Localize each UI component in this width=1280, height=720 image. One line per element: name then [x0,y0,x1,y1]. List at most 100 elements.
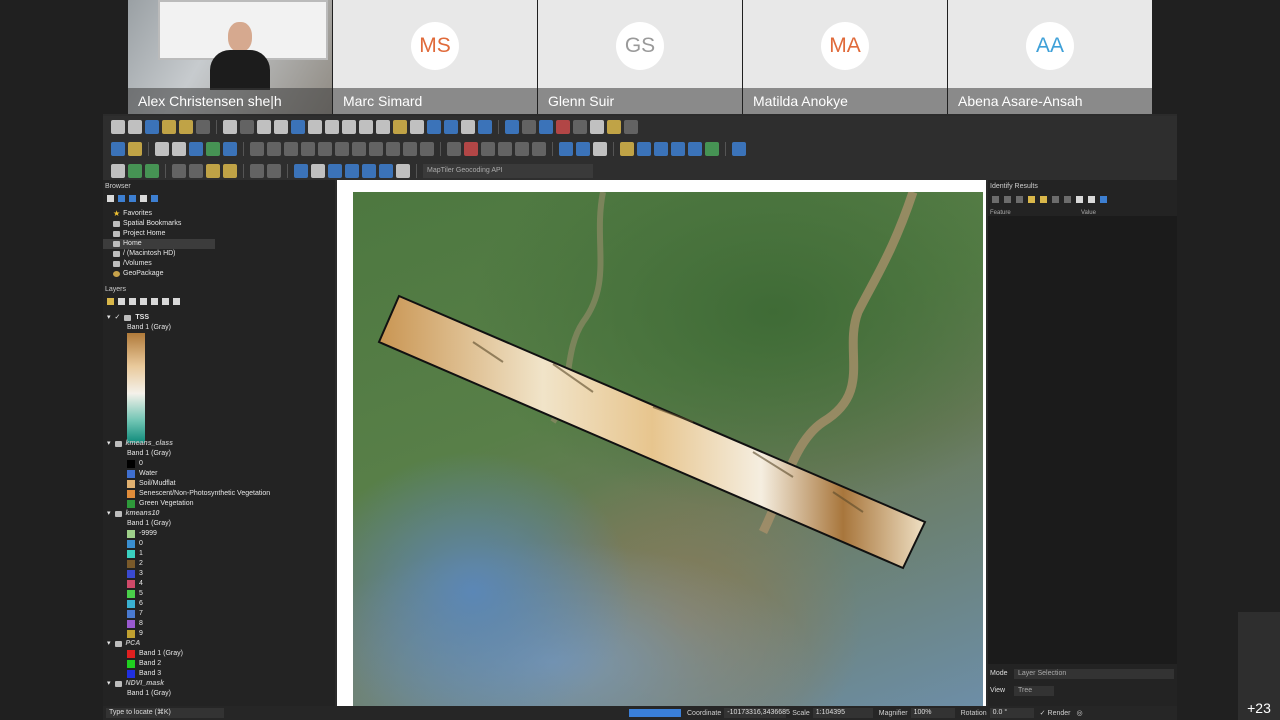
participant-tile[interactable]: GS Glenn Suir [538,0,742,114]
digitize-icon[interactable] [284,142,298,156]
rotation-field[interactable]: 0.0 ° [989,708,1034,718]
help-icon[interactable] [732,142,746,156]
layer-ndvi-mask[interactable]: ▾ NDVI_mask Band 1 (Gray) [103,679,327,699]
expand-all-icon[interactable] [151,298,158,305]
zoom-native-icon[interactable] [342,120,356,134]
kml-icon[interactable] [637,142,651,156]
python-icon[interactable] [620,142,634,156]
browser-item-spatial-bookmarks[interactable]: Spatial Bookmarks [103,219,327,229]
plugin-icon[interactable] [688,142,702,156]
globe-icon[interactable] [559,142,573,156]
chevron-down-icon[interactable]: ▾ [107,509,111,519]
chevron-down-icon[interactable]: ▾ [107,439,111,449]
calculator-icon[interactable] [128,164,142,178]
layers-plugin-icon[interactable] [705,142,719,156]
pan-icon[interactable] [223,120,237,134]
style-layer-icon[interactable] [107,298,114,305]
zoom-out-icon[interactable] [274,120,288,134]
chevron-down-icon[interactable]: ▾ [107,679,111,689]
new-map-view-icon[interactable] [393,120,407,134]
collapse-tree-icon[interactable] [1004,196,1011,203]
add-group-icon[interactable] [118,298,125,305]
map-tips-icon[interactable] [607,120,621,134]
properties-icon[interactable] [151,195,158,202]
geocoding-search-input[interactable]: MapTiler Geocoding API [423,164,593,178]
data-source-manager-icon[interactable] [111,142,125,156]
zoom-next-icon[interactable] [376,120,390,134]
ruler-icon[interactable] [590,120,604,134]
brush-icon[interactable] [250,164,264,178]
bookmark-icon[interactable] [427,120,441,134]
browser-item-favorites[interactable]: ★ Favorites [103,209,327,219]
new-layer-icon[interactable] [128,142,142,156]
layer-kmeans-class[interactable]: ▾ kmeans_class Band 1 (Gray) 0 Water Soil… [103,439,327,509]
collapse-icon[interactable] [140,195,147,202]
wrench-icon[interactable] [1088,196,1095,203]
collapse-all-icon[interactable] [162,298,169,305]
speech-bubble-icon[interactable] [396,164,410,178]
label-icon[interactable] [447,142,461,156]
open-project-icon[interactable] [128,120,142,134]
browser-item-home[interactable]: Home [103,239,215,249]
cut-icon[interactable] [352,142,366,156]
redo-icon[interactable] [420,142,434,156]
remove-layer-icon[interactable] [173,298,180,305]
participant-tile[interactable]: MA Matilda Anokye [743,0,947,114]
select-mode-icon[interactable] [1076,196,1083,203]
filter-legend-icon[interactable] [140,298,147,305]
layer-tss[interactable]: ▾ ✓ TSS Band 1 (Gray) [103,313,327,443]
table-icon[interactable] [189,164,203,178]
style-icon[interactable] [206,164,220,178]
sigma-icon[interactable] [556,120,570,134]
wms-icon[interactable] [576,142,590,156]
add-selected-icon[interactable] [107,195,114,202]
map-canvas[interactable] [337,180,986,706]
move-label-icon[interactable] [515,142,529,156]
gear-icon[interactable] [539,120,553,134]
print-layout-icon[interactable] [162,120,176,134]
clear-results-icon[interactable] [1028,196,1035,203]
layout-manager-icon[interactable] [179,120,193,134]
vertex-tool-icon[interactable] [318,142,332,156]
layer-pca[interactable]: ▾ PCA Band 1 (Gray) Band 2 Band 3 [103,639,327,679]
participant-tile[interactable]: MS Marc Simard [333,0,537,114]
add-postgis-icon[interactable] [223,142,237,156]
add-mesh-icon[interactable] [189,142,203,156]
pin-labels-icon[interactable] [481,142,495,156]
chevron-down-icon[interactable]: ▾ [107,313,111,323]
browser-item-geopackage[interactable]: GeoPackage [103,269,327,279]
snap-icon[interactable] [294,164,308,178]
browser-item-macintosh-hd[interactable]: / (Macintosh HD) [103,249,327,259]
refresh-icon[interactable] [478,120,492,134]
annotation-icon[interactable] [223,164,237,178]
show-bookmarks-icon[interactable] [444,120,458,134]
grid-icon[interactable] [172,164,186,178]
coordinate-field[interactable]: -10173316,3436685 [724,708,790,718]
html-icon[interactable] [671,142,685,156]
magnifier-field[interactable]: 100% [910,708,955,718]
rotate-label-icon[interactable] [532,142,546,156]
more-participants-badge[interactable]: +23 [1238,612,1280,720]
add-raster-icon[interactable] [172,142,186,156]
select-features-icon[interactable] [522,120,536,134]
refresh-browser-icon[interactable] [118,195,125,202]
zoom-selection-icon[interactable] [308,120,322,134]
copy-icon[interactable] [369,142,383,156]
paste-icon[interactable] [386,142,400,156]
crs-icon[interactable]: ◎ [1076,709,1082,717]
layer-kmeans10[interactable]: ▾ kmeans10 Band 1 (Gray) -9999 0 1 2 3 4 … [103,509,327,639]
identify-icon[interactable] [505,120,519,134]
zoom-in-icon[interactable] [257,120,271,134]
edit-pencil-icon[interactable] [250,142,264,156]
save-edits-icon[interactable] [267,142,281,156]
help-icon[interactable] [1100,196,1107,203]
expand-tree-icon[interactable] [992,196,999,203]
identify-mode-icon[interactable] [1064,196,1071,203]
camera-icon[interactable] [593,142,607,156]
mode-select[interactable]: Layer Selection [1014,669,1174,679]
copy-feature-icon[interactable] [1040,196,1047,203]
reshape-icon[interactable] [362,164,376,178]
filter-icon[interactable] [129,195,136,202]
select-feature-icon[interactable] [111,164,125,178]
satellite-basemap[interactable] [353,192,983,706]
